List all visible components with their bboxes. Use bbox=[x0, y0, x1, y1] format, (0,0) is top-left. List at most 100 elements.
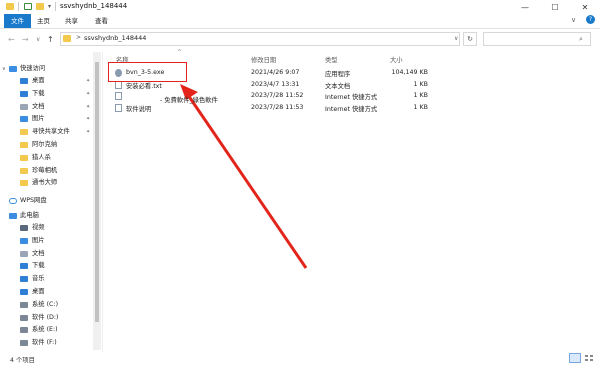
maximize-button[interactable]: ☐ bbox=[540, 0, 570, 14]
quick-access-item-label: 文档 bbox=[32, 102, 45, 110]
search-input[interactable] bbox=[483, 32, 591, 46]
up-button[interactable]: ↑ bbox=[47, 35, 54, 44]
properties-icon[interactable] bbox=[24, 3, 32, 10]
folder-icon bbox=[20, 129, 28, 136]
arrow-shaft bbox=[186, 94, 308, 269]
file-modified: 2021/4/26 9:07 bbox=[251, 69, 300, 76]
nav-scrollbar-thumb[interactable] bbox=[95, 62, 99, 322]
file-modified: 2023/4/7 13:31 bbox=[251, 80, 300, 88]
quick-access-item[interactable]: 下载 ✦ bbox=[0, 88, 92, 100]
pin-icon: ✦ bbox=[86, 78, 91, 84]
download-icon bbox=[20, 263, 28, 270]
pin-icon: ✦ bbox=[86, 129, 91, 136]
minimize-button[interactable]: — bbox=[510, 0, 540, 14]
this-pc-item[interactable]: 文档 bbox=[0, 248, 92, 260]
help-icon[interactable]: ? bbox=[586, 15, 595, 24]
nav-wps[interactable]: WPS网盘 bbox=[0, 195, 92, 207]
this-pc-item-label: 桌面 bbox=[32, 288, 45, 295]
quick-access-item-label: 图片 bbox=[32, 115, 45, 123]
url-icon bbox=[115, 103, 122, 112]
close-button[interactable]: ✕ bbox=[570, 0, 600, 14]
file-size: 1 KB bbox=[413, 103, 428, 111]
tab-file[interactable]: 文件 bbox=[4, 14, 31, 28]
folder-icon bbox=[20, 154, 28, 161]
divider bbox=[55, 2, 56, 11]
document-icon bbox=[20, 250, 28, 257]
this-pc-item-label: 软件 (F:) bbox=[32, 339, 57, 347]
file-type: Internet 快捷方式 bbox=[325, 105, 378, 113]
this-pc-item[interactable]: 桌面 bbox=[0, 286, 92, 298]
this-pc-item[interactable]: 图片 bbox=[0, 235, 92, 247]
sort-ascending-icon: ^ bbox=[177, 49, 183, 56]
breadcrumb-separator[interactable]: > bbox=[76, 34, 81, 41]
file-size: 1 KB bbox=[413, 80, 428, 88]
forward-button[interactable]: → bbox=[22, 35, 29, 44]
quick-access-item-label: 桌面 bbox=[32, 77, 45, 84]
quick-access-item-label: 下载 bbox=[32, 89, 45, 97]
url-icon bbox=[115, 92, 122, 100]
quick-access-item[interactable]: 寻快共享文件 ✦ bbox=[0, 126, 92, 138]
qat-dropdown-icon[interactable]: ▾ bbox=[48, 3, 51, 10]
this-pc-item-label: 图片 bbox=[32, 236, 45, 244]
refresh-button[interactable]: ↻ bbox=[463, 32, 477, 46]
column-type[interactable]: 类型 bbox=[325, 55, 338, 64]
divider bbox=[18, 2, 19, 11]
desktop-icon bbox=[20, 78, 28, 84]
file-type: Internet 快捷方式 bbox=[325, 94, 378, 101]
computer-icon bbox=[9, 213, 17, 219]
tab-view[interactable]: 查看 bbox=[88, 14, 115, 28]
quick-access-item[interactable]: 通书大师 bbox=[0, 177, 92, 189]
this-pc-item[interactable]: 软件 (F:) bbox=[0, 337, 92, 349]
this-pc-item[interactable]: 音乐 bbox=[0, 273, 92, 285]
this-pc-item-label: 下载 bbox=[32, 262, 45, 270]
file-row[interactable]: 软件说明 2023/7/28 11:53 Internet 快捷方式 1 KB bbox=[112, 103, 472, 114]
quick-access-item[interactable]: 猎人杀 bbox=[0, 152, 92, 164]
this-pc-item-label: 系统 (C:) bbox=[32, 300, 59, 308]
nav-quick-access[interactable]: ∨ 快速访问 bbox=[0, 63, 92, 75]
quick-access-item[interactable]: 图片 ✦ bbox=[0, 113, 92, 125]
column-size[interactable]: 大小 bbox=[390, 55, 403, 64]
folder-icon bbox=[6, 3, 14, 10]
navigation-pane: ∨ 快速访问 WPS网盘 此电脑 桌面 ✦ 下载 ✦ 文档 ✦ 图片 ✦ 寻快共享文件 ✦ 阿尔克纳… bbox=[0, 55, 94, 355]
file-size: 104,149 KB bbox=[391, 69, 429, 76]
address-dropdown-icon[interactable]: ∨ bbox=[454, 35, 458, 42]
quick-access-item[interactable]: 阿尔克纳 bbox=[0, 139, 92, 151]
large-icons-view-icon[interactable] bbox=[583, 353, 595, 363]
tab-share[interactable]: 共享 bbox=[58, 14, 85, 28]
this-pc-item[interactable]: 系统 (C:) bbox=[0, 299, 92, 311]
file-modified: 2023/7/28 11:52 bbox=[251, 92, 304, 99]
folder-icon bbox=[20, 142, 28, 148]
cloud-icon bbox=[9, 198, 17, 204]
breadcrumb[interactable]: ssvshydnb_148444 bbox=[84, 34, 146, 42]
nav-this-pc[interactable]: 此电脑 bbox=[0, 210, 92, 222]
this-pc-item-label: 系统 (E:) bbox=[32, 326, 58, 334]
drive-icon bbox=[20, 314, 28, 321]
quick-access-item[interactable]: 文档 ✦ bbox=[0, 101, 92, 113]
details-view-icon[interactable] bbox=[569, 353, 581, 363]
quick-access-item[interactable]: 桌面 ✦ bbox=[0, 75, 92, 87]
column-modified[interactable]: 修改日期 bbox=[251, 55, 276, 64]
this-pc-item[interactable]: 软件 (D:) bbox=[0, 312, 92, 324]
picture-icon bbox=[20, 116, 28, 123]
quick-access-item-label: 阿尔克纳 bbox=[32, 141, 58, 148]
this-pc-item[interactable]: 视频 bbox=[0, 222, 92, 234]
this-pc-item-label: 软件 (D:) bbox=[32, 313, 59, 321]
back-button[interactable]: ← bbox=[8, 35, 15, 44]
recent-dropdown-icon[interactable]: ∨ bbox=[36, 36, 40, 43]
quick-access-item-label: 寻快共享文件 bbox=[32, 128, 70, 136]
quick-access-item-label: 通书大师 bbox=[32, 179, 58, 187]
ribbon-expand-icon[interactable]: ∨ bbox=[571, 16, 576, 24]
file-type: 应用程序 bbox=[325, 71, 351, 78]
folder-icon bbox=[63, 35, 71, 42]
tab-home[interactable]: 主页 bbox=[30, 14, 57, 28]
quick-access-item-label: 猎人杀 bbox=[32, 153, 51, 161]
title-bar: ▾ ssvshydnb_148444 — ☐ ✕ bbox=[0, 0, 600, 14]
video-icon bbox=[20, 225, 28, 231]
quick-access-item[interactable]: 珍莓相机 bbox=[0, 165, 92, 177]
this-pc-item[interactable]: 下载 bbox=[0, 260, 92, 272]
new-folder-icon[interactable] bbox=[36, 3, 44, 10]
folder-icon bbox=[20, 167, 28, 174]
this-pc-item[interactable]: 系统 (E:) bbox=[0, 324, 92, 336]
chevron-down-icon[interactable]: ∨ bbox=[2, 63, 6, 75]
window-title: ssvshydnb_148444 bbox=[60, 2, 128, 10]
